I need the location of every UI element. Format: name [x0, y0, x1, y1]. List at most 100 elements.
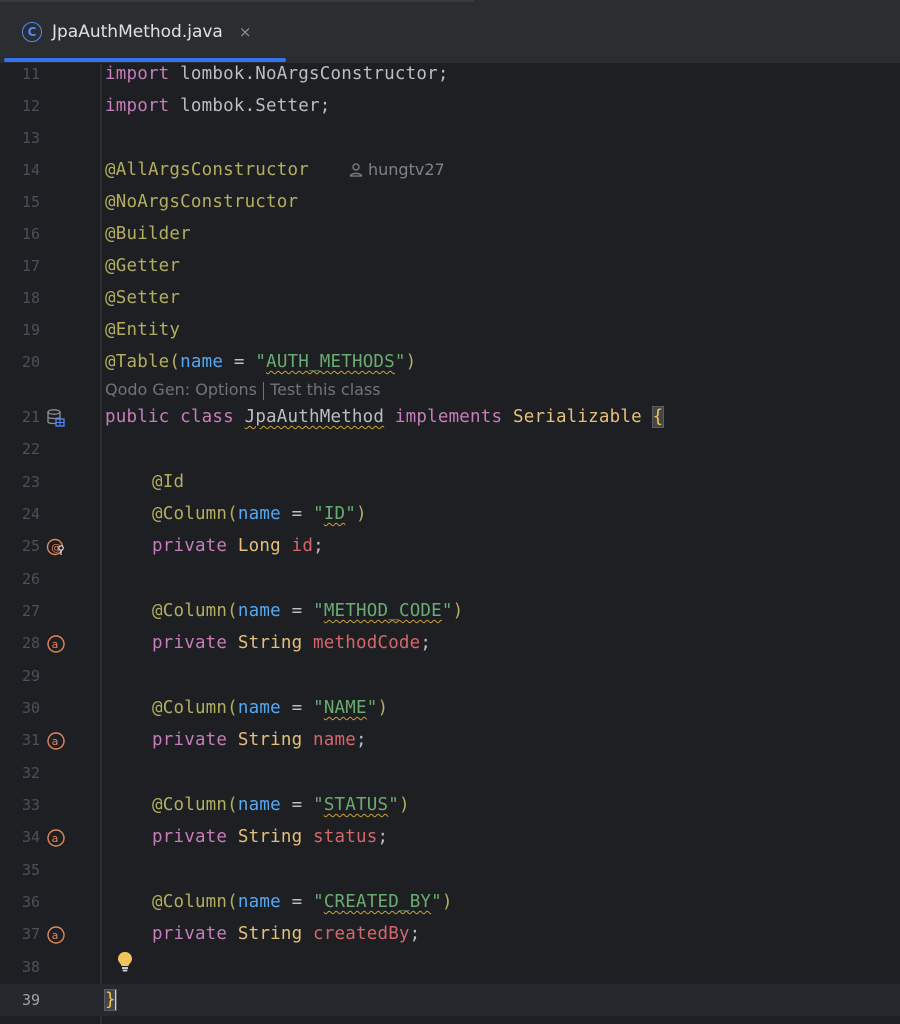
- code-line: 38: [0, 951, 900, 983]
- code-line: 11 import lombok.NoArgsConstructor;: [0, 58, 900, 90]
- svg-text:a: a: [52, 929, 59, 942]
- user-icon: [349, 163, 363, 177]
- code-line: 13: [0, 122, 900, 154]
- test-class-link[interactable]: Test this class: [270, 380, 381, 399]
- line-number: 12: [21, 97, 40, 115]
- line-number: 16: [21, 225, 40, 243]
- code-text[interactable]: }: [104, 984, 117, 1016]
- tab-jpaauthmethod[interactable]: C JpaAuthMethod.java ×: [0, 0, 288, 64]
- field-annotation-icon[interactable]: a: [46, 731, 66, 751]
- line-number: 23: [21, 473, 40, 491]
- code-line: 32: [0, 757, 900, 789]
- line-number: 13: [21, 129, 40, 147]
- code-line: 36 @Column(name = "CREATED_BY"): [0, 886, 900, 918]
- code-line: 26: [0, 563, 900, 595]
- code-author-hint[interactable]: hungtv27: [348, 154, 445, 186]
- code-text[interactable]: @Column(name = "ID"): [152, 498, 367, 530]
- close-icon[interactable]: ×: [239, 23, 252, 41]
- code-line: 29: [0, 660, 900, 692]
- tab-title: JpaAuthMethod.java: [52, 22, 223, 42]
- line-number: 17: [21, 257, 40, 275]
- code-line: 18 @Setter: [0, 282, 900, 314]
- line-number: 22: [21, 440, 40, 458]
- code-line: 15 @NoArgsConstructor: [0, 186, 900, 218]
- line-number: 24: [21, 505, 40, 523]
- class-c-icon: C: [22, 22, 42, 42]
- line-number: 20: [21, 353, 40, 371]
- code-line: 12 import lombok.Setter;: [0, 90, 900, 122]
- line-number: 11: [21, 65, 40, 83]
- code-line: 28 a private String methodCode;: [0, 627, 900, 659]
- code-line: 37 a private String createdBy;: [0, 918, 900, 950]
- code-text[interactable]: @Getter: [105, 250, 180, 282]
- lightbulb-intention-icon[interactable]: [116, 951, 134, 973]
- code-line: 24 @Column(name = "ID"): [0, 498, 900, 530]
- code-line: 16 @Builder: [0, 218, 900, 250]
- line-number: 32: [21, 764, 40, 782]
- code-line: 17 @Getter: [0, 250, 900, 282]
- code-line: 30 @Column(name = "NAME"): [0, 692, 900, 724]
- field-annotation-icon[interactable]: a: [46, 925, 66, 945]
- code-text[interactable]: @Column(name = "STATUS"): [152, 789, 410, 821]
- code-text[interactable]: private Long id;: [152, 530, 324, 562]
- code-line: 21 public class JpaAuthMethod implements…: [0, 401, 900, 433]
- text-caret: [114, 989, 117, 1011]
- author-name: hungtv27: [368, 160, 445, 179]
- database-entity-icon[interactable]: [46, 408, 66, 428]
- code-text[interactable]: private String name;: [152, 724, 367, 756]
- code-line: 33 @Column(name = "STATUS"): [0, 789, 900, 821]
- line-number: 26: [21, 570, 40, 588]
- code-text[interactable]: @Column(name = "METHOD_CODE"): [152, 595, 463, 627]
- line-number: 14: [21, 161, 40, 179]
- line-number: 38: [21, 958, 40, 976]
- code-line: 34 a private String status;: [0, 821, 900, 853]
- qodo-options-link[interactable]: Qodo Gen: Options: [105, 380, 257, 399]
- code-text[interactable]: @NoArgsConstructor: [105, 186, 298, 218]
- code-text[interactable]: private String status;: [152, 821, 388, 853]
- line-number: 37: [21, 925, 40, 943]
- code-text[interactable]: @Id: [152, 466, 184, 498]
- line-number: 25: [21, 537, 40, 555]
- code-text[interactable]: import lombok.NoArgsConstructor;: [105, 58, 449, 90]
- code-line: 27 @Column(name = "METHOD_CODE"): [0, 595, 900, 627]
- code-text[interactable]: @Builder: [105, 218, 191, 250]
- line-number: 21: [21, 408, 40, 426]
- code-text[interactable]: private String createdBy;: [152, 918, 420, 950]
- code-text[interactable]: @AllArgsConstructor: [105, 154, 309, 186]
- code-line: 23 @Id: [0, 466, 900, 498]
- id-key-field-icon[interactable]: @: [46, 537, 66, 557]
- editor-tab-bar: C JpaAuthMethod.java ×: [0, 0, 900, 64]
- code-line: 35: [0, 854, 900, 886]
- code-text[interactable]: import lombok.Setter;: [105, 90, 330, 122]
- code-line-current: 39 }: [0, 984, 900, 1016]
- line-number: 31: [21, 731, 40, 749]
- qodo-inlay-hint: Qodo Gen: Options Test this class: [105, 376, 381, 404]
- line-number: 15: [21, 193, 40, 211]
- code-line: 19 @Entity: [0, 314, 900, 346]
- line-number: 35: [21, 861, 40, 879]
- svg-text:a: a: [52, 735, 59, 748]
- code-text[interactable]: @Table(name = "AUTH_METHODS"): [105, 346, 416, 378]
- field-annotation-icon[interactable]: a: [46, 634, 66, 654]
- code-line: 14 @AllArgsConstructor hungtv27: [0, 154, 900, 186]
- code-text[interactable]: @Column(name = "NAME"): [152, 692, 388, 724]
- code-text[interactable]: private String methodCode;: [152, 627, 431, 659]
- line-number: 19: [21, 321, 40, 339]
- code-text[interactable]: @Setter: [105, 282, 180, 314]
- code-text[interactable]: @Column(name = "CREATED_BY"): [152, 886, 453, 918]
- code-line: 31 a private String name;: [0, 724, 900, 756]
- line-number: 30: [21, 699, 40, 717]
- code-line: 22: [0, 433, 900, 465]
- line-number: 39: [21, 991, 40, 1009]
- line-number: 33: [21, 796, 40, 814]
- line-number: 28: [21, 634, 40, 652]
- code-editor[interactable]: 11 import lombok.NoArgsConstructor; 12 i…: [0, 64, 900, 1024]
- line-number: 27: [21, 602, 40, 620]
- code-text[interactable]: @Entity: [105, 314, 180, 346]
- code-text[interactable]: public class JpaAuthMethod implements Se…: [105, 401, 665, 433]
- line-number: 29: [21, 667, 40, 685]
- field-annotation-icon[interactable]: a: [46, 828, 66, 848]
- svg-text:a: a: [52, 832, 59, 845]
- code-line: 25 @ private Long id;: [0, 530, 900, 562]
- code-line: 20 @Table(name = "AUTH_METHODS"): [0, 346, 900, 378]
